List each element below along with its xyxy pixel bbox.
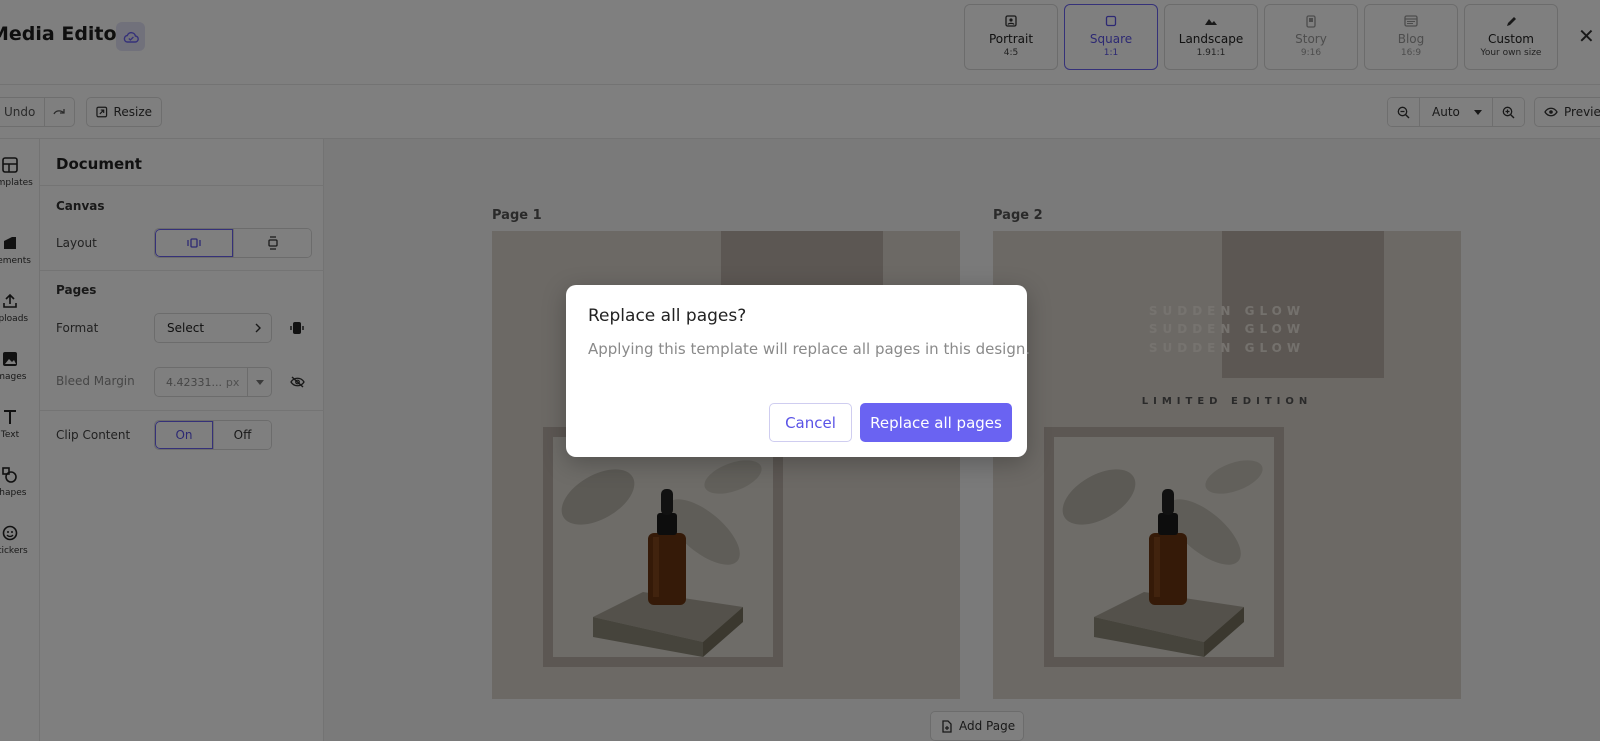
replace-pages-dialog: Replace all pages? Applying this templat…	[566, 285, 1031, 457]
dialog-message: Applying this template will replace all …	[588, 340, 1031, 358]
dialog-title: Replace all pages?	[588, 306, 747, 326]
replace-all-pages-button[interactable]: Replace all pages	[860, 403, 1012, 442]
cancel-button[interactable]: Cancel	[769, 403, 852, 442]
